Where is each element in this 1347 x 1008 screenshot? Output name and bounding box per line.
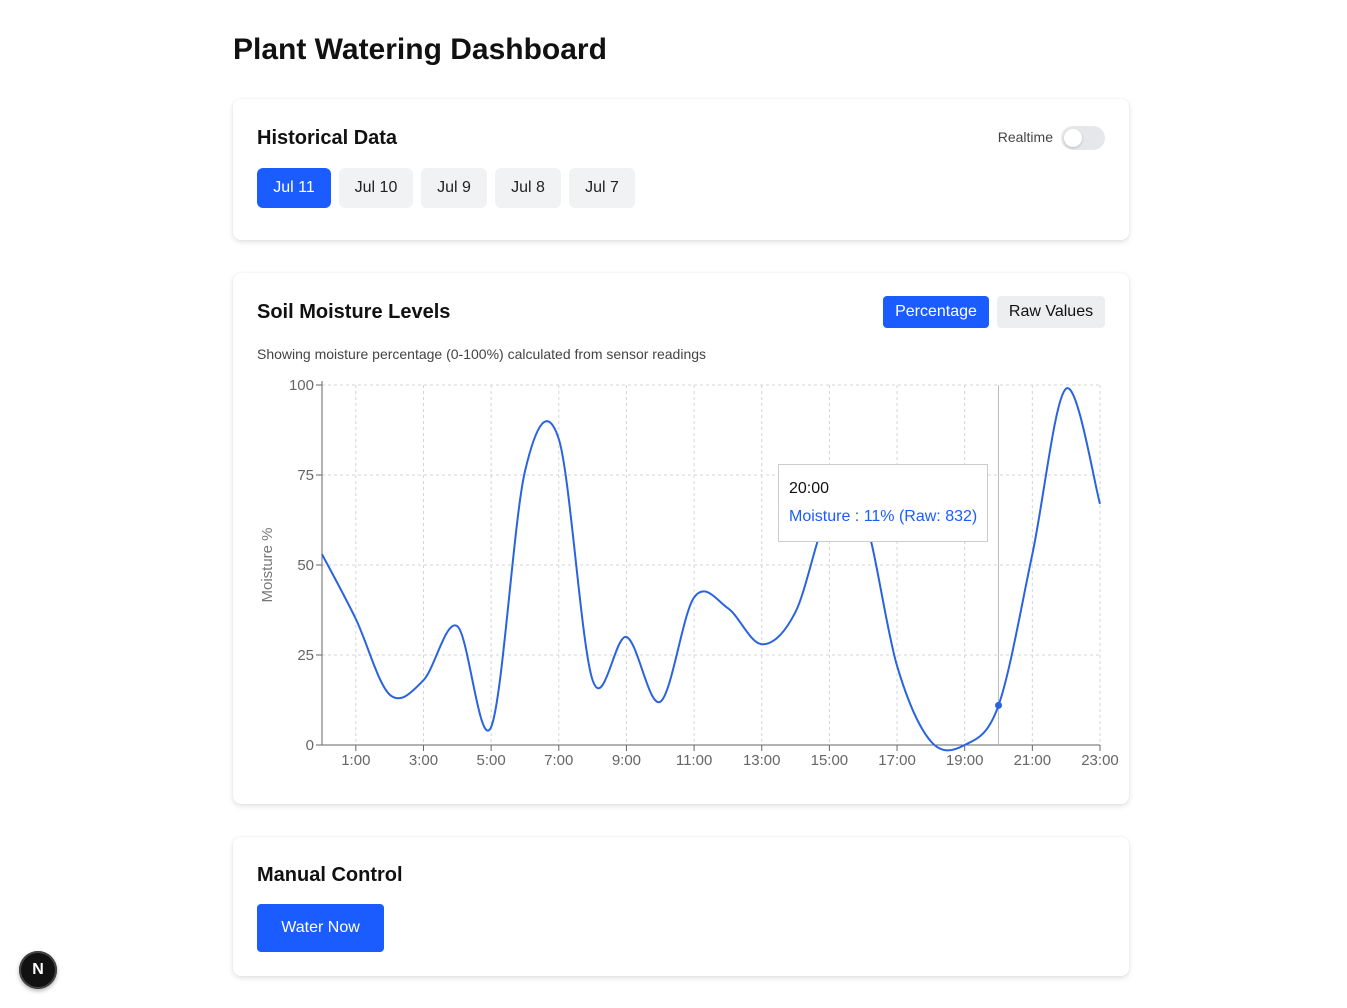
x-tick-label: 15:00 [811, 752, 849, 769]
x-tick-label: 5:00 [477, 752, 506, 769]
x-tick-label: 7:00 [544, 752, 573, 769]
x-tick-label: 3:00 [409, 752, 438, 769]
y-axis-label: Moisture % [259, 527, 276, 602]
y-tick-label: 25 [297, 647, 314, 664]
historical-title: Historical Data [257, 127, 398, 149]
manual-title: Manual Control [257, 864, 403, 886]
y-tick-label: 75 [297, 467, 314, 484]
date-button-jul-10[interactable]: Jul 10 [339, 168, 413, 208]
x-tick-label: 13:00 [743, 752, 781, 769]
x-tick-label: 19:00 [946, 752, 984, 769]
date-button-jul-8[interactable]: Jul 8 [495, 168, 561, 208]
chart-tooltip: 20:00 Moisture : 11% (Raw: 832) [778, 464, 988, 542]
next-logo-icon[interactable]: N [19, 951, 57, 989]
toggle-knob [1064, 129, 1082, 147]
y-tick-label: 100 [289, 377, 314, 394]
realtime-label: Realtime [997, 129, 1053, 145]
x-tick-label: 23:00 [1081, 752, 1119, 769]
highlight-point [995, 701, 1003, 709]
moisture-line [321, 387, 1101, 752]
water-now-button[interactable]: Water Now [257, 904, 384, 952]
page-title: Plant Watering Dashboard [233, 33, 607, 66]
historical-data-card: Historical Data Realtime Jul 11 Jul 10 J… [233, 99, 1129, 240]
tooltip-time: 20:00 [789, 480, 830, 497]
realtime-toggle[interactable] [1061, 126, 1105, 150]
x-tick-label: 17:00 [878, 752, 916, 769]
y-tick-label: 50 [297, 557, 314, 574]
soil-moisture-card: Soil Moisture Levels Percentage Raw Valu… [233, 273, 1129, 804]
x-tick-label: 21:00 [1014, 752, 1052, 769]
x-tick-label: 1:00 [341, 752, 370, 769]
tooltip-value: Moisture : 11% (Raw: 832) [789, 508, 978, 525]
manual-control-card: Manual Control Water Now [233, 837, 1129, 976]
date-button-jul-9[interactable]: Jul 9 [421, 168, 487, 208]
x-tick-label: 9:00 [612, 752, 641, 769]
x-tick-label: 11:00 [676, 752, 712, 769]
y-tick-label: 0 [306, 737, 314, 754]
moisture-chart[interactable]: 0 25 50 75 100 1:00 3:00 5:00 7:00 9:00 11:00 13:00… [233, 273, 1129, 804]
date-button-jul-11[interactable]: Jul 11 [257, 168, 331, 208]
date-button-jul-7[interactable]: Jul 7 [569, 168, 635, 208]
